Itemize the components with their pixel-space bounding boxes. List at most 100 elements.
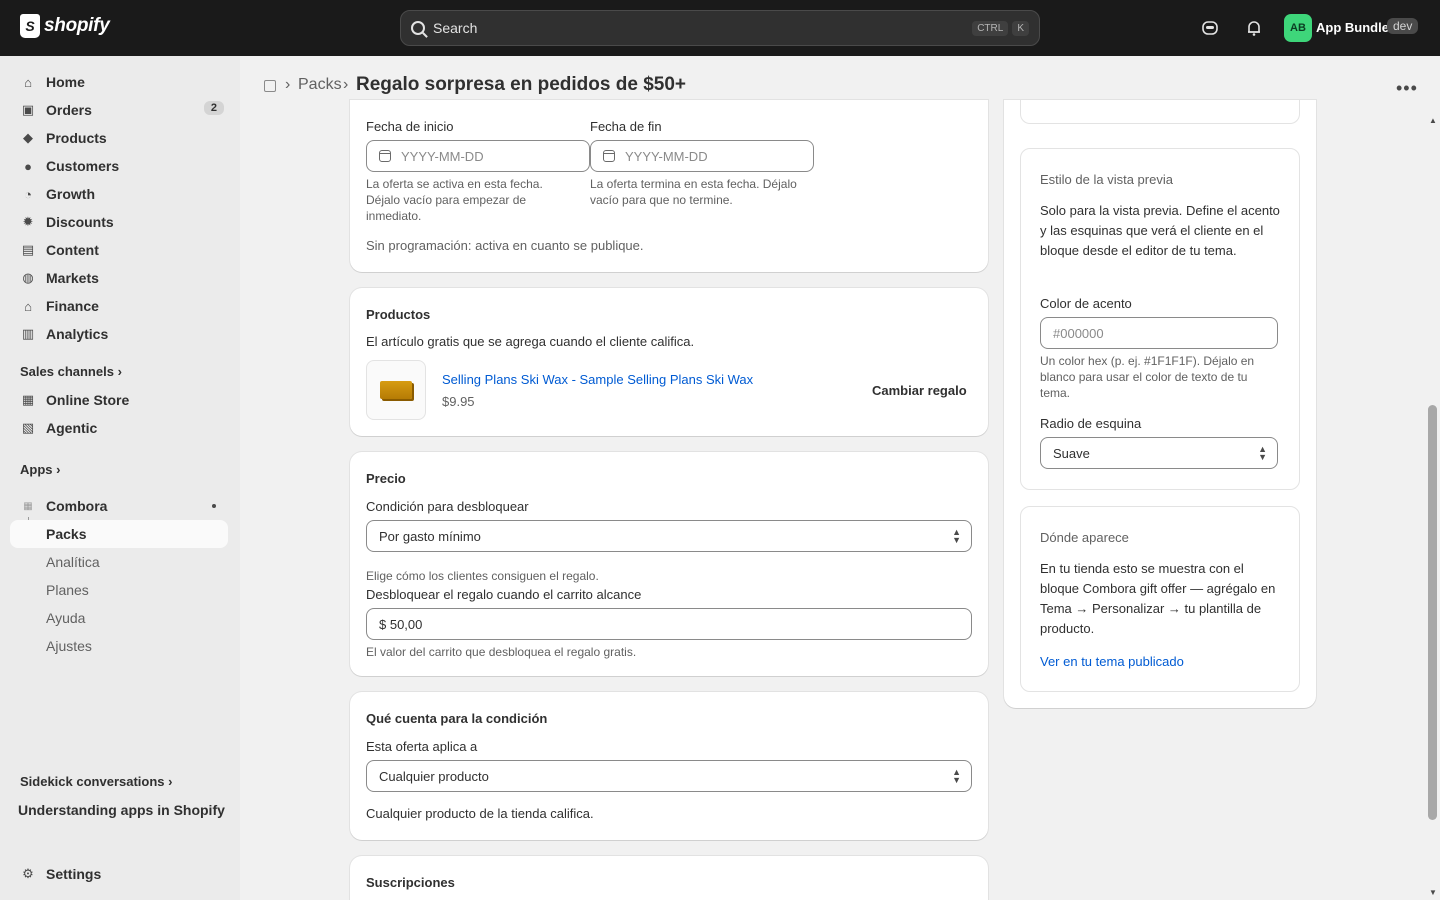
threshold-help: El valor del carrito que desbloquea el r… [366,645,637,659]
sidebar-item-growth[interactable]: ◔ Growth [10,180,228,208]
products-title: Productos [366,307,431,322]
sidebar-item-online-store[interactable]: ▦ Online Store [10,386,228,414]
growth-icon: ◔ [24,186,32,202]
sales-channels-heading[interactable]: Sales channels › [20,364,122,379]
preview-style-description: Solo para la vista previa. Define el ace… [1040,203,1280,258]
shopify-logo[interactable]: shopify [20,14,110,38]
sidebar-item-packs[interactable]: Packs [10,520,228,548]
scroll-up-arrow-icon[interactable]: ▲ [1429,116,1437,125]
scroll-down-arrow-icon[interactable]: ▼ [1429,888,1437,897]
apps-heading[interactable]: Apps › [20,462,60,477]
sidekick-icon[interactable] [1199,17,1221,39]
sidebar-item-content[interactable]: ▤ Content [10,236,228,264]
sales-channels-label: Sales channels [20,364,114,379]
select-chevron-icon: ▲ ▼ [1258,444,1267,462]
sidebar-item-label: Packs [46,526,87,542]
applies-to-value: Cualquier producto [379,768,489,784]
scrollbar-thumb[interactable] [1428,405,1437,820]
sidebar-item-analytics[interactable]: ▥ Analytics [10,320,228,348]
sidebar-item-ayuda[interactable]: Ayuda [10,604,228,632]
change-gift-button[interactable]: Cambiar regalo [872,383,967,398]
sidebar-item-finance[interactable]: ⌂ Finance [10,292,228,320]
view-published-theme-link[interactable]: Ver en tu tema publicado [1040,654,1184,669]
sidekick-conversation-item[interactable]: Understanding apps in Shopify [18,802,225,818]
app-grid-icon: ▦ [23,500,33,512]
sidebar-item-analitica[interactable]: Analítica [10,548,228,576]
sidebar-item-label: Settings [46,866,102,882]
sidebar-item-customers[interactable]: ● Customers [10,152,228,180]
pricing-card [350,452,988,676]
sidebar-item-orders[interactable]: ▣ Orders 2 [10,96,228,124]
sidebar-item-ajustes[interactable]: Ajustes [10,632,228,660]
sidebar-item-settings[interactable]: ⚙ Settings [10,860,228,888]
top-bar: shopify Search CTRL K AB App Bundle dev [0,0,1440,56]
threshold-input[interactable]: $ 50,00 [366,608,972,640]
page-title: Regalo sorpresa en pedidos de $50+ [356,74,686,95]
unlock-condition-select[interactable]: Por gasto mínimo ▲ ▼ [366,520,972,552]
start-date-help: La oferta se activa en esta fecha. Déjal… [366,177,543,223]
sidebar-item-home[interactable]: ⌂ Home [10,68,228,96]
where-appears-title: Dónde aparece [1040,530,1129,545]
sidekick-heading[interactable]: Sidekick conversations › [20,774,172,789]
sidebar-item-label: Orders [46,102,92,118]
start-date-label: Fecha de inicio [366,119,454,134]
sidebar-item-label: Ajustes [46,638,92,654]
store-name[interactable]: App Bundle [1316,20,1389,35]
product-thumbnail [366,360,426,420]
avatar[interactable]: AB [1284,14,1312,42]
gift-product-link[interactable]: Selling Plans Ski Wax - Sample Selling P… [442,372,753,387]
schedule-status: Sin programación: activa en cuanto se pu… [366,238,644,253]
sidebar-item-combora[interactable]: ▦ Combora [10,492,228,520]
shortcut-k: K [1012,20,1029,36]
sidebar-item-discounts[interactable]: ✹ Discounts [10,208,228,236]
content-icon: ▤ [21,242,35,257]
pin-dot-icon[interactable] [212,504,216,508]
sidebar-item-products[interactable]: ◆ Products [10,124,228,152]
bell-icon[interactable] [1243,17,1265,39]
sidebar-item-label: Discounts [46,214,114,230]
sidebar-item-label: Products [46,130,107,146]
store-icon: ▦ [21,392,35,407]
breadcrumb-packs[interactable]: Packs [298,76,342,94]
sidebar-item-label: Content [46,242,99,258]
accent-color-help: Un color hex (p. ej. #1F1F1F). Déjalo en… [1040,354,1255,400]
sidebar-item-label: Analytics [46,326,109,342]
search-bar[interactable]: Search CTRL K [400,10,1040,46]
sidebar-item-label: Agentic [46,420,98,436]
app-breadcrumb-icon[interactable] [264,80,276,92]
subscriptions-title: Suscripciones [366,875,455,890]
select-chevron-icon: ▲ ▼ [952,527,961,545]
home-icon: ⌂ [24,74,32,90]
chevron-right-icon: › [168,774,173,789]
logo-text: shopify [44,15,110,36]
accent-color-placeholder: #000000 [1053,325,1104,341]
where-appears-description: En tu tienda esto se muestra con el bloq… [1040,561,1276,636]
ski-wax-image [380,381,412,399]
globe-icon: ◍ [22,270,34,285]
sidebar: ⌂ Home ▣ Orders 2 ◆ Products ● Customers… [0,56,240,900]
sidebar-item-label: Ayuda [46,610,86,626]
end-date-placeholder: YYYY-MM-DD [625,148,708,164]
previous-section-edge [1020,100,1300,124]
corner-radius-select[interactable]: Suave ▲ ▼ [1040,437,1278,469]
orders-icon: ▣ [21,102,35,117]
select-chevron-icon: ▲ ▼ [952,767,961,785]
more-actions-icon[interactable]: ••• [1396,78,1418,99]
start-date-placeholder: YYYY-MM-DD [401,148,484,164]
chart-icon: ▥ [21,326,35,341]
end-date-label: Fecha de fin [590,119,662,134]
sidebar-item-agentic[interactable]: ▧ Agentic [10,414,228,442]
sidebar-item-markets[interactable]: ◍ Markets [10,264,228,292]
unlock-condition-label: Condición para desbloquear [366,499,529,514]
sidebar-item-label: Growth [46,186,95,202]
applies-to-select[interactable]: Cualquier producto ▲ ▼ [366,760,972,792]
agentic-icon: ▧ [21,420,35,435]
sidebar-item-planes[interactable]: Planes [10,576,228,604]
accent-color-input[interactable]: #000000 [1040,317,1278,349]
end-date-input[interactable]: YYYY-MM-DD [590,140,814,172]
applies-to-label: Esta oferta aplica a [366,739,478,754]
sidekick-label: Sidekick conversations [20,774,165,789]
start-date-input[interactable]: YYYY-MM-DD [366,140,590,172]
products-card [350,288,988,436]
tag-icon: ◆ [23,130,33,145]
